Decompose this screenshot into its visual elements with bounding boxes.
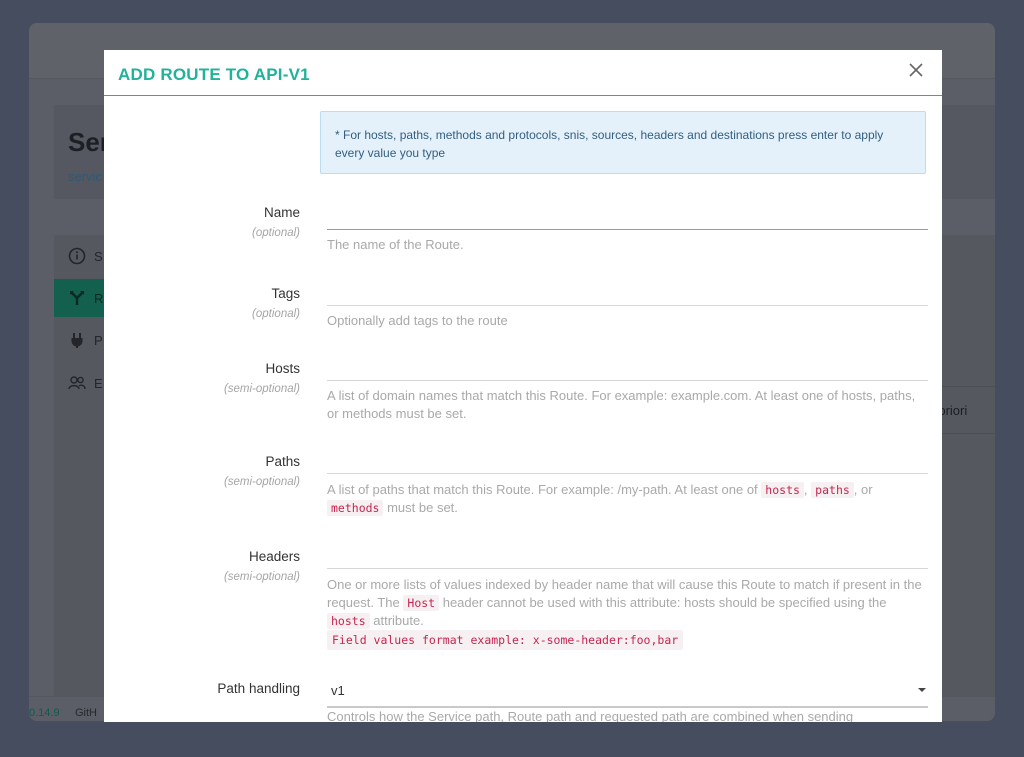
breadcrumb[interactable]: servic: [68, 169, 102, 184]
sidebar-item-label: R: [94, 290, 104, 306]
add-route-modal: ADD ROUTE TO API-V1 * For hosts, paths, …: [104, 50, 942, 722]
name-optional-note: (optional): [252, 227, 300, 239]
github-link[interactable]: GitH: [75, 707, 97, 719]
paths-optional-note: (semi-optional): [223, 476, 300, 488]
headers-field[interactable]: [327, 547, 928, 569]
modal-title: ADD ROUTE TO API-V1: [118, 65, 310, 84]
headers-help-suffix: attribute.: [373, 613, 424, 628]
plug-icon: [71, 333, 83, 348]
hosts-help: A list of domain names that match this R…: [327, 388, 916, 421]
name-help: The name of the Route.: [327, 237, 464, 252]
hosts-label: Hosts: [265, 361, 300, 376]
headers-optional-note: (semi-optional): [223, 571, 300, 583]
path-handling-help: Controls how the Service path, Route pat…: [327, 709, 854, 722]
code-methods: methods: [327, 500, 384, 516]
version-label: 0.14.9: [29, 707, 60, 719]
tags-label: Tags: [271, 286, 300, 301]
headers-help-middle: header cannot be used with this attribut…: [442, 595, 887, 610]
paths-label: Paths: [265, 454, 300, 469]
name-label: Name: [263, 205, 300, 220]
paths-help-text: A list of paths that match this Route. F…: [327, 482, 758, 497]
headers-help: One or more lists of values indexed by h…: [327, 576, 927, 650]
path-handling-label: Path handling: [217, 681, 300, 696]
info-callout: * For hosts, paths, methods and protocol…: [320, 111, 926, 174]
headers-label: Headers: [248, 549, 300, 564]
sidebar-item-label: P: [94, 332, 103, 348]
modal-header: ADD ROUTE TO API-V1: [104, 50, 942, 96]
path-handling-value: v1: [331, 683, 345, 698]
code-hosts: hosts: [761, 482, 804, 498]
sidebar-item-label: E: [94, 375, 103, 391]
name-field[interactable]: [327, 208, 928, 230]
tags-field[interactable]: [327, 284, 928, 306]
hosts-optional-note: (semi-optional): [223, 383, 300, 395]
info-icon: [68, 247, 86, 265]
path-handling-select[interactable]: v1: [327, 678, 928, 708]
tags-optional-note: (optional): [252, 308, 300, 320]
chevron-down-icon: [918, 688, 926, 692]
code-hosts: hosts: [327, 613, 370, 629]
users-icon: [68, 376, 86, 390]
paths-help-suffix: must be set.: [387, 500, 458, 515]
paths-help: A list of paths that match this Route. F…: [327, 481, 927, 517]
separator: , or: [853, 482, 873, 497]
hosts-field[interactable]: [327, 359, 928, 381]
separator: ,: [803, 482, 808, 497]
sidebar-item-label: S: [94, 248, 103, 264]
code-host: Host: [403, 595, 440, 611]
paths-field[interactable]: [327, 452, 928, 474]
close-icon[interactable]: [904, 58, 928, 82]
format-example: Field values format example: x-some-head…: [327, 630, 684, 650]
tags-help: Optionally add tags to the route: [327, 313, 508, 328]
routes-icon: [70, 291, 84, 305]
code-paths: paths: [811, 482, 854, 498]
